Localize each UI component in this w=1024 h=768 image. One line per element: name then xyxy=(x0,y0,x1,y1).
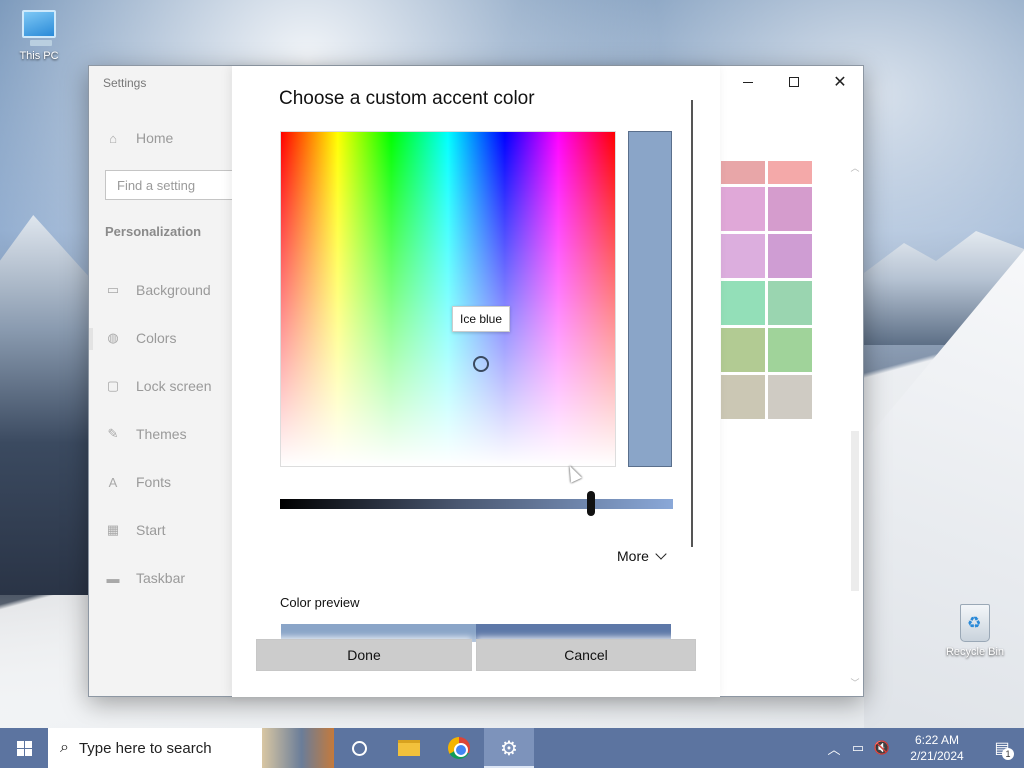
nav-lock-screen[interactable]: ▢ Lock screen xyxy=(105,374,212,398)
folder-icon xyxy=(398,740,420,756)
palette-icon: ◍ xyxy=(107,330,119,345)
color-swatch[interactable] xyxy=(768,161,812,184)
computer-icon xyxy=(22,10,56,46)
nav-fonts[interactable]: A Fonts xyxy=(105,470,171,494)
minimize-icon xyxy=(743,81,753,83)
selected-color-preview xyxy=(628,131,672,467)
color-swatch[interactable] xyxy=(721,328,765,372)
brightness-slider-thumb[interactable] xyxy=(587,491,595,516)
search-icon: ⌕ xyxy=(60,739,69,756)
taskbar-icon: ▬ xyxy=(106,570,120,586)
settings-sidebar: Settings ⌂ Home Find a setting Personali… xyxy=(89,66,245,696)
settings-taskbar-button[interactable]: ⚙ xyxy=(484,728,534,768)
desktop-icon-label: This PC xyxy=(19,50,59,62)
task-view-button[interactable] xyxy=(334,728,384,768)
search-placeholder: Type here to search xyxy=(78,739,212,757)
nav-home-label: Home xyxy=(136,130,174,146)
color-swatch[interactable] xyxy=(721,187,765,231)
clock[interactable]: 6:22 AM 2/21/2024 xyxy=(900,732,974,764)
nav-home[interactable]: ⌂ Home xyxy=(105,126,173,150)
home-icon: ⌂ xyxy=(109,130,117,146)
color-spectrum[interactable]: Ice blue xyxy=(280,131,616,467)
action-center-button[interactable]: ▤ 1 xyxy=(980,728,1024,768)
nav-taskbar[interactable]: ▬ Taskbar xyxy=(105,566,186,590)
window-title: Settings xyxy=(103,76,147,90)
scrollbar-thumb[interactable] xyxy=(851,431,859,591)
section-heading: Personalization xyxy=(105,224,202,239)
color-swatch[interactable] xyxy=(721,234,765,278)
image-icon: ▭ xyxy=(106,282,120,297)
windows-logo-icon xyxy=(16,740,32,756)
file-explorer-button[interactable] xyxy=(384,728,434,768)
settings-scrollbar[interactable]: ︿ ﹀ xyxy=(849,161,861,689)
desktop-icon-label: Recycle Bin xyxy=(945,646,1005,658)
chrome-icon xyxy=(448,737,470,759)
search-highlight-image xyxy=(262,728,334,768)
brush-icon: ✎ xyxy=(107,426,119,441)
dialog-title: Choose a custom accent color xyxy=(279,88,535,109)
close-button[interactable]: ✕ xyxy=(817,66,863,98)
more-button[interactable]: More xyxy=(617,547,667,564)
start-button[interactable] xyxy=(0,728,48,768)
font-icon: A xyxy=(108,474,118,490)
color-picker-handle[interactable] xyxy=(473,356,489,372)
notification-badge: 1 xyxy=(1002,748,1014,760)
nav-item-label: Taskbar xyxy=(136,570,186,586)
color-swatch[interactable] xyxy=(768,375,812,419)
color-name-tooltip: Ice blue xyxy=(452,306,511,332)
chrome-button[interactable] xyxy=(434,728,484,768)
color-swatch[interactable] xyxy=(721,375,765,419)
nav-selection-indicator xyxy=(89,328,93,350)
color-swatch[interactable] xyxy=(721,281,765,325)
nav-start[interactable]: ▦ Start xyxy=(105,518,166,542)
nav-background[interactable]: ▭ Background xyxy=(105,278,211,302)
network-icon[interactable]: ▭ xyxy=(846,740,870,756)
taskbar: ⌕ Type here to search ⚙ ︿ ▭ 🔇 6:22 AM 2/… xyxy=(0,728,1024,768)
maximize-icon xyxy=(789,77,799,87)
done-button[interactable]: Done xyxy=(256,639,472,671)
scroll-up-icon[interactable]: ︿ xyxy=(849,161,861,174)
monitor-icon: ▢ xyxy=(106,378,120,393)
chevron-down-icon xyxy=(655,547,667,560)
wallpaper-mountain-left xyxy=(0,215,95,595)
color-swatch[interactable] xyxy=(768,234,812,278)
color-swatch[interactable] xyxy=(768,281,812,325)
system-tray: ︿ ▭ 🔇 6:22 AM 2/21/2024 ▤ 1 xyxy=(822,728,1024,768)
color-swatch[interactable] xyxy=(768,187,812,231)
nav-item-label: Background xyxy=(136,282,211,298)
volume-muted-icon[interactable]: 🔇 xyxy=(870,740,894,756)
color-swatch[interactable] xyxy=(721,161,765,184)
start-grid-icon: ▦ xyxy=(106,522,120,537)
nav-item-label: Fonts xyxy=(136,474,172,490)
taskbar-search-box[interactable]: ⌕ Type here to search xyxy=(48,728,334,768)
brightness-slider[interactable] xyxy=(280,499,673,509)
dialog-scrollbar[interactable] xyxy=(691,100,693,547)
accent-color-swatches xyxy=(721,161,812,419)
nav-item-label: Lock screen xyxy=(136,378,212,394)
chevron-up-icon[interactable]: ︿ xyxy=(822,739,846,758)
color-preview-label: Color preview xyxy=(280,595,360,610)
more-label: More xyxy=(617,548,649,564)
nav-item-label: Start xyxy=(136,522,166,538)
gear-icon: ⚙ xyxy=(500,737,518,760)
nav-item-label: Themes xyxy=(136,426,187,442)
scroll-down-icon[interactable]: ﹀ xyxy=(849,676,861,689)
custom-accent-dialog: Choose a custom accent color Ice blue Mo… xyxy=(232,66,720,697)
recycle-bin-icon xyxy=(960,604,990,642)
maximize-button[interactable] xyxy=(771,66,817,98)
nav-item-label: Colors xyxy=(136,330,177,346)
desktop-icon-this-pc[interactable]: This PC xyxy=(4,10,74,62)
nav-colors[interactable]: ◍ Colors xyxy=(105,326,176,350)
clock-time: 6:22 AM xyxy=(914,733,960,747)
find-setting-input[interactable]: Find a setting xyxy=(105,170,245,200)
desktop-icon-recycle-bin[interactable]: Recycle Bin xyxy=(940,604,1010,658)
cortana-icon xyxy=(351,740,367,756)
clock-date: 2/21/2024 xyxy=(910,749,964,763)
window-caption-buttons: ✕ xyxy=(725,66,863,98)
cancel-button[interactable]: Cancel xyxy=(476,639,696,671)
nav-themes[interactable]: ✎ Themes xyxy=(105,422,187,446)
minimize-button[interactable] xyxy=(725,66,771,98)
close-icon: ✕ xyxy=(833,74,847,91)
color-swatch[interactable] xyxy=(768,328,812,372)
